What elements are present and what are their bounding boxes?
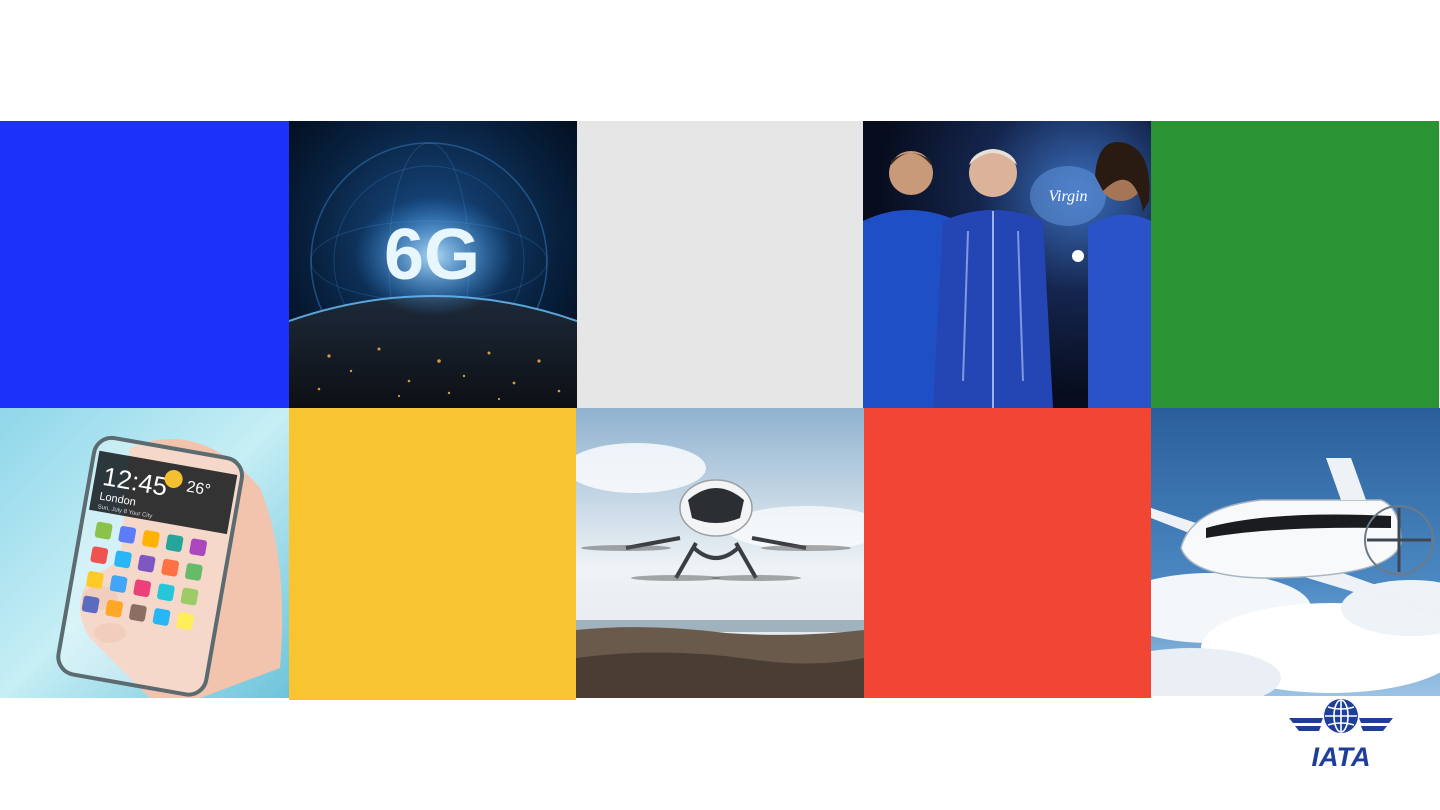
yellow-color-block [289,408,576,700]
6g-caption: 6G [384,215,480,295]
photo-6g-network-earth: 6G [289,121,577,408]
iata-logo: IATA [1283,696,1399,772]
photo-electric-aircraft [1151,408,1440,696]
virgin-caption: Virgin [1048,188,1087,205]
red-color-block [864,408,1151,698]
photo-passenger-drone [576,408,864,698]
photo-virgin-galactic-crew: Virgin [863,121,1151,408]
photo-transparent-smartphone: 12:45 26° London Sun, July 8 Your City [0,408,289,698]
green-color-block [1151,121,1439,408]
iata-logo-text: IATA [1312,742,1371,772]
blue-color-block [0,121,289,408]
grey-color-block [577,121,863,408]
